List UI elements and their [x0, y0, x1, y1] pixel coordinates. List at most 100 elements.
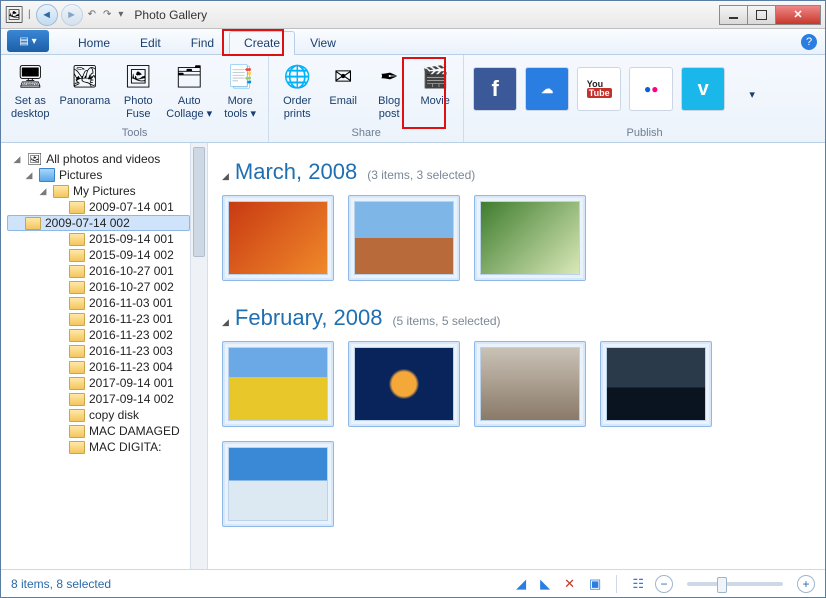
thumbnail-pane[interactable]: ◢ March, 2008 (3 items, 3 selected) ◢ Februa… [208, 143, 825, 569]
tab-find[interactable]: Find [176, 31, 229, 55]
tree-folder[interactable]: 2016-10-27 001 [7, 263, 190, 279]
photo-fuse-button[interactable]: 🖼Photo Fuse [116, 59, 160, 122]
thumbnail[interactable] [474, 195, 586, 281]
folder-icon [69, 297, 85, 310]
onedrive-button[interactable]: ☁ [525, 67, 569, 111]
folder-icon [69, 313, 85, 326]
tree-folder[interactable]: 2016-10-27 002 [7, 279, 190, 295]
tree-scrollbar[interactable] [191, 143, 208, 569]
scrollbar-thumb[interactable] [193, 147, 205, 257]
thumbnail[interactable] [600, 341, 712, 427]
window-title: Photo Gallery [134, 8, 207, 22]
zoom-out-button[interactable]: − [655, 575, 673, 593]
email-button[interactable]: ✉Email [321, 59, 365, 110]
folder-tree[interactable]: ◢🖼All photos and videos ◢Pictures ◢My Pi… [1, 143, 191, 569]
folder-icon [69, 329, 85, 342]
tree-folder[interactable]: 2017-09-14 002 [7, 391, 190, 407]
folder-icon [53, 185, 69, 198]
facebook-button[interactable]: f [473, 67, 517, 111]
panorama-icon: 🏞 [69, 61, 101, 93]
thumbnail[interactable] [222, 341, 334, 427]
pen-icon: ✒ [373, 61, 405, 93]
tree-folder[interactable]: MAC DIGITA: [7, 439, 190, 455]
vimeo-button[interactable]: v [681, 67, 725, 111]
tree-folder[interactable]: 2016-11-23 001 [7, 311, 190, 327]
zoom-slider[interactable] [687, 582, 783, 586]
group-count: (5 items, 5 selected) [393, 314, 501, 328]
auto-collage-button[interactable]: 🗂Auto Collage ▾ [162, 59, 216, 122]
tree-folder[interactable]: 2009-07-14 001 [7, 199, 190, 215]
tree-folder[interactable]: 2017-09-14 001 [7, 375, 190, 391]
group-collapse-icon[interactable]: ◢ [222, 171, 229, 182]
undo-icon[interactable]: ↶ [86, 9, 98, 20]
zoom-in-button[interactable]: + [797, 575, 815, 593]
close-button[interactable] [775, 5, 821, 25]
folder-label: copy disk [89, 408, 139, 422]
thumbnail[interactable] [348, 195, 460, 281]
tab-view[interactable]: View [295, 31, 351, 55]
photo-fuse-icon: 🖼 [122, 61, 154, 93]
rotate-left-icon[interactable]: ◢ [513, 576, 529, 592]
folder-label: 2015-09-14 001 [89, 232, 174, 246]
envelope-icon: ✉ [327, 61, 359, 93]
tree-folder[interactable]: 2016-11-03 001 [7, 295, 190, 311]
group-title[interactable]: March, 2008 [235, 159, 357, 185]
qat-dropdown-icon[interactable]: ▾ [116, 9, 125, 20]
tree-folder[interactable]: copy disk [7, 407, 190, 423]
collage-icon: 🗂 [173, 61, 205, 93]
folder-icon [69, 249, 85, 262]
thumbnail[interactable] [222, 441, 334, 527]
help-icon[interactable]: ? [801, 34, 817, 50]
order-prints-button[interactable]: 🌐Order prints [275, 59, 319, 122]
status-text: 8 items, 8 selected [11, 577, 111, 591]
thumbnail-image [228, 447, 328, 521]
minimize-button[interactable] [719, 5, 748, 25]
tab-create[interactable]: Create [229, 31, 295, 55]
maximize-button[interactable] [747, 5, 776, 25]
movie-icon: 🎬 [419, 61, 451, 93]
rotate-right-icon[interactable]: ◣ [537, 576, 553, 592]
file-button[interactable]: ▤ ▾ [7, 30, 49, 52]
status-bar: 8 items, 8 selected ◢ ◣ ✕ ▣ ☷ − + [1, 569, 825, 597]
nav-back-button[interactable]: ◄ [36, 4, 58, 26]
slideshow-icon[interactable]: ▣ [586, 576, 604, 592]
delete-icon[interactable]: ✕ [561, 576, 578, 592]
nav-forward-button[interactable]: ► [61, 4, 83, 26]
thumbnail[interactable] [348, 341, 460, 427]
thumbnail[interactable] [222, 195, 334, 281]
tree-root[interactable]: ◢🖼All photos and videos [7, 151, 190, 167]
tree-folder[interactable]: 2015-09-14 002 [7, 247, 190, 263]
redo-icon[interactable]: ↷ [101, 9, 113, 20]
group-title[interactable]: February, 2008 [235, 305, 383, 331]
group-label-publish: Publish [464, 125, 825, 142]
folder-icon [69, 393, 85, 406]
flickr-button[interactable]: ●● [629, 67, 673, 111]
tree-folder[interactable]: MAC DAMAGED [7, 423, 190, 439]
details-view-icon[interactable]: ☷ [629, 576, 647, 592]
blog-post-button[interactable]: ✒Blog post [367, 59, 411, 122]
publish-more-button[interactable]: ▾ [730, 85, 774, 104]
folder-label: 2009-07-14 002 [45, 216, 130, 230]
group-label-share: Share [269, 125, 463, 142]
tree-folder[interactable]: 2016-11-23 004 [7, 359, 190, 375]
folder-icon [25, 217, 41, 230]
movie-button[interactable]: 🎬Movie [413, 59, 457, 110]
more-tools-button[interactable]: 📑More tools ▾ [218, 59, 262, 122]
folder-icon [69, 409, 85, 422]
tree-folder[interactable]: 2016-11-23 002 [7, 327, 190, 343]
thumbnail-image [228, 347, 328, 421]
youtube-button[interactable]: YouTube [577, 67, 621, 111]
tab-edit[interactable]: Edit [125, 31, 176, 55]
set-as-desktop-button[interactable]: 🖥Set as desktop [7, 59, 54, 122]
tree-my-pictures[interactable]: ◢My Pictures [7, 183, 190, 199]
group-count: (3 items, 3 selected) [367, 168, 475, 182]
tab-home[interactable]: Home [63, 31, 125, 55]
folder-icon [69, 377, 85, 390]
tree-folder[interactable]: 2016-11-23 003 [7, 343, 190, 359]
tree-pictures[interactable]: ◢Pictures [7, 167, 190, 183]
tree-folder[interactable]: 2009-07-14 002 [7, 215, 190, 231]
thumbnail[interactable] [474, 341, 586, 427]
group-collapse-icon[interactable]: ◢ [222, 317, 229, 328]
tree-folder[interactable]: 2015-09-14 001 [7, 231, 190, 247]
panorama-button[interactable]: 🏞Panorama [56, 59, 115, 110]
